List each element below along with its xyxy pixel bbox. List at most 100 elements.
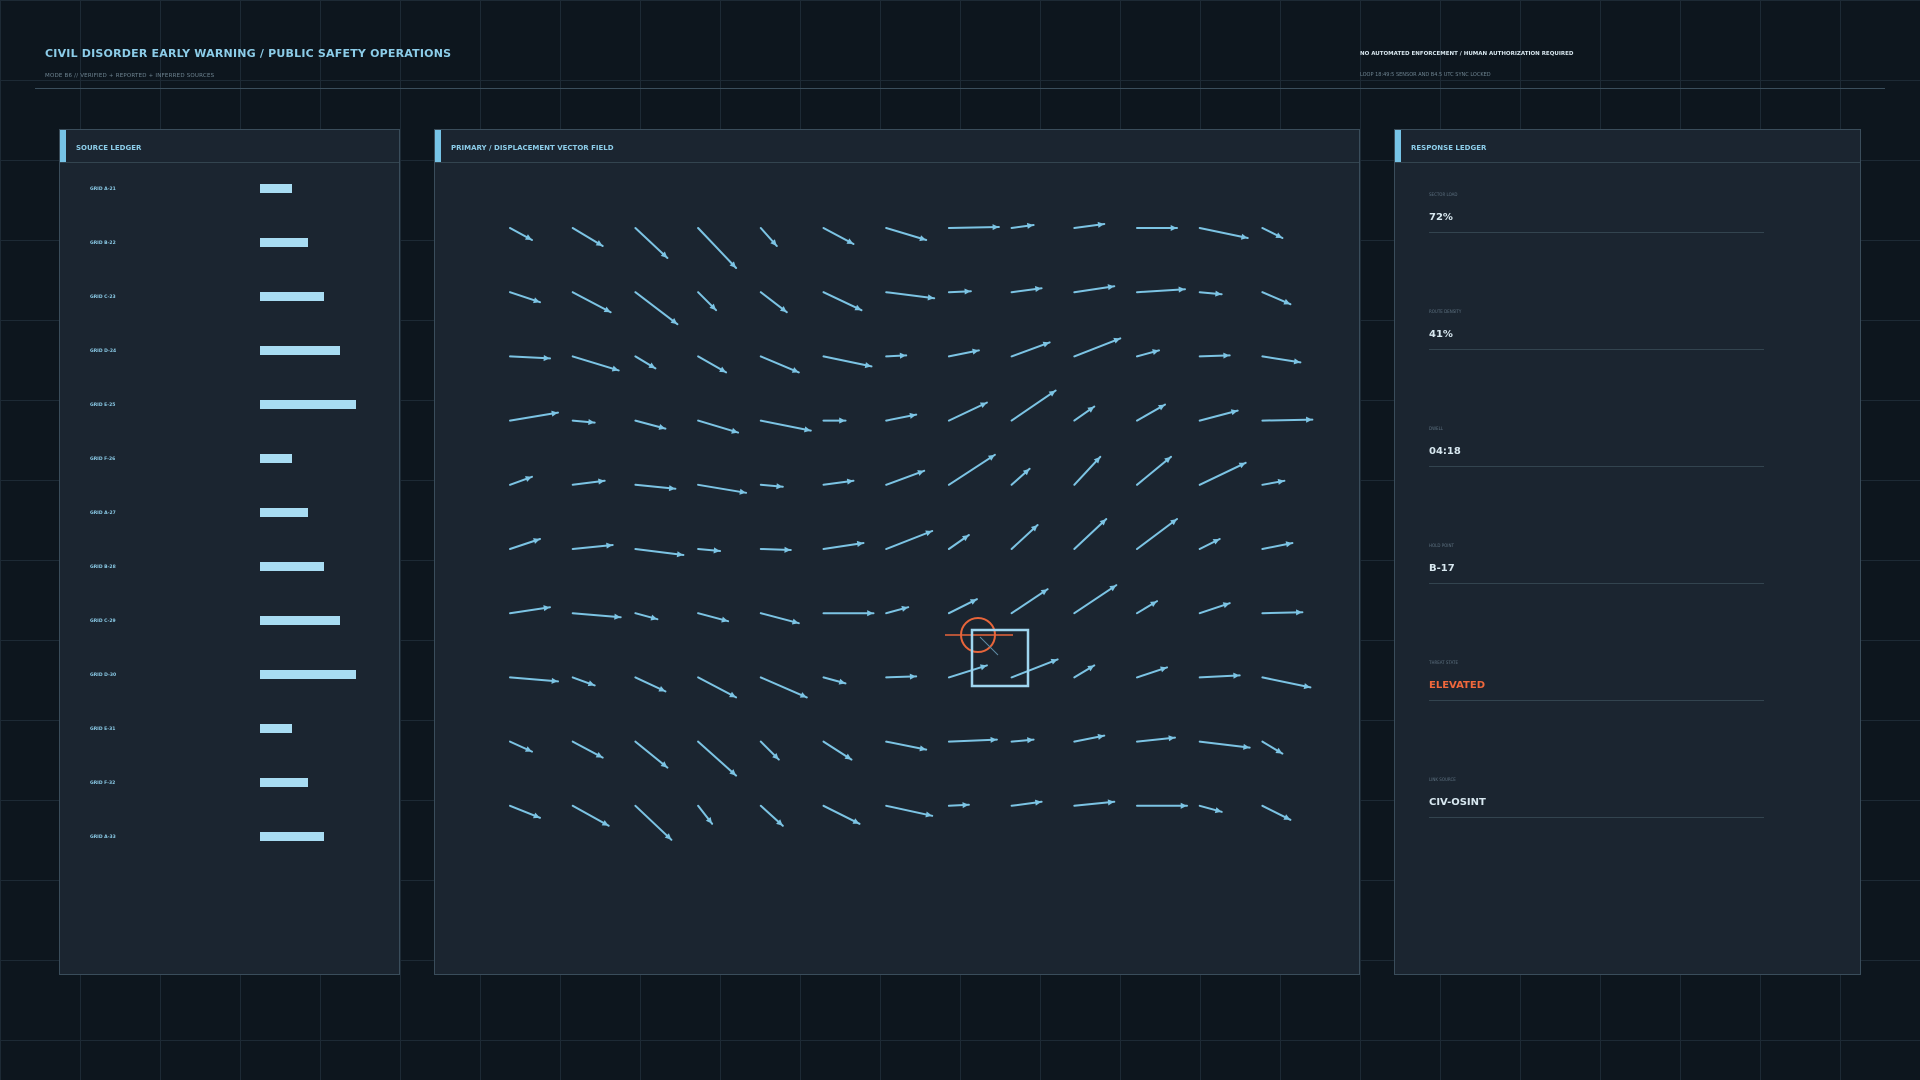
- vector-field-title: PRIMARY / DISPLACEMENT VECTOR FIELD: [451, 144, 614, 152]
- vector-arrow: [1136, 455, 1172, 486]
- response-ledger-item-value: 04:18: [1429, 446, 1461, 457]
- vector-arrow: [947, 802, 970, 809]
- vector-arrow: [1198, 227, 1249, 240]
- vector-arrow: [634, 291, 679, 326]
- vector-arrow: [1261, 416, 1314, 423]
- source-ledger-level-bar: [260, 616, 340, 625]
- vector-arrow: [509, 804, 541, 819]
- vector-arrow: [634, 676, 667, 693]
- response-ledger-item-value: 41%: [1429, 329, 1453, 340]
- vector-arrow: [947, 453, 996, 486]
- vector-arrow: [571, 355, 620, 372]
- source-ledger-row[interactable]: GRID B-28: [60, 562, 399, 574]
- source-ledger-level-bar: [260, 184, 292, 193]
- vector-arrow: [1136, 600, 1158, 615]
- response-ledger-item-label: ROUTE DENSITY: [1429, 309, 1462, 314]
- vector-arrow: [634, 355, 657, 370]
- source-ledger-row[interactable]: GRID E-25: [60, 400, 399, 412]
- vector-arrow: [571, 542, 614, 550]
- source-ledger-row-label: GRID A-27: [90, 511, 116, 516]
- vector-arrow: [759, 546, 792, 553]
- response-ledger-item[interactable]: HOLD POINT B-17: [1429, 543, 1764, 584]
- vector-field-panel: PRIMARY / DISPLACEMENT VECTOR FIELD: [434, 129, 1360, 975]
- vector-arrow: [759, 483, 784, 490]
- vector-arrow: [509, 605, 551, 615]
- response-ledger-item-label: DWELL: [1429, 426, 1444, 431]
- source-ledger-row[interactable]: GRID A-33: [60, 832, 399, 844]
- source-ledger-row-label: GRID B-28: [90, 565, 116, 570]
- vector-arrow: [1261, 227, 1284, 239]
- vector-arrow: [1073, 284, 1116, 294]
- vector-arrow: [1198, 740, 1251, 750]
- source-ledger-row-label: GRID C-29: [90, 619, 116, 624]
- source-ledger-level-bar: [260, 724, 292, 733]
- source-ledger-title: SOURCE LEDGER: [76, 144, 142, 152]
- source-ledger-level-bar: [260, 508, 308, 517]
- vector-arrow: [759, 740, 780, 761]
- vector-arrows: [509, 221, 1314, 841]
- vector-arrow: [759, 804, 784, 827]
- vector-arrow: [1198, 538, 1221, 550]
- response-ledger-item[interactable]: SECTOR LOAD 72%: [1429, 192, 1764, 233]
- vector-arrow: [1010, 222, 1035, 229]
- source-ledger-row-label: GRID D-24: [90, 349, 117, 354]
- vector-arrow: [822, 355, 873, 369]
- source-ledger-row[interactable]: GRID A-21: [60, 184, 399, 196]
- vector-arrow: [1261, 676, 1312, 690]
- source-ledger-row[interactable]: GRID A-27: [60, 508, 399, 520]
- source-ledger-level-bar: [260, 400, 356, 409]
- source-ledger-row[interactable]: GRID D-30: [60, 670, 399, 682]
- source-ledger-row[interactable]: GRID F-26: [60, 454, 399, 466]
- vector-arrow: [885, 412, 918, 422]
- response-ledger-header: RESPONSE LEDGER: [1395, 130, 1860, 163]
- vector-arrow: [822, 676, 847, 685]
- vector-arrow: [1261, 541, 1294, 550]
- source-ledger-row-label: GRID C-23: [90, 295, 116, 300]
- header-divider: [35, 88, 1885, 89]
- vector-arrow: [947, 736, 998, 743]
- vector-arrow: [1073, 664, 1096, 679]
- source-ledger-row[interactable]: GRID C-29: [60, 616, 399, 628]
- panel-accent: [60, 130, 66, 162]
- vector-arrow: [885, 740, 928, 752]
- vector-arrow: [509, 227, 533, 241]
- vector-arrow: [1136, 349, 1160, 358]
- page-title: CIVIL DISORDER EARLY WARNING / PUBLIC SA…: [45, 47, 452, 60]
- vector-field-canvas[interactable]: [435, 163, 1359, 973]
- vector-arrow: [1010, 467, 1031, 486]
- vector-arrow: [571, 804, 610, 827]
- vector-arrow: [634, 548, 685, 558]
- focus-box: [970, 628, 1030, 688]
- source-ledger-row[interactable]: GRID D-24: [60, 346, 399, 358]
- vector-arrow: [1261, 291, 1292, 306]
- vector-arrow: [509, 475, 533, 486]
- vector-arrow: [822, 417, 847, 424]
- response-ledger-item-value: 72%: [1429, 212, 1453, 223]
- response-ledger-item[interactable]: ROUTE DENSITY 41%: [1429, 309, 1764, 350]
- vector-arrow: [885, 530, 934, 550]
- response-ledger-item[interactable]: LINK SOURCE CIV-OSINT: [1429, 777, 1764, 818]
- source-ledger-row[interactable]: GRID F-32: [60, 778, 399, 790]
- vector-arrow: [947, 401, 988, 422]
- vector-arrow: [759, 291, 788, 314]
- source-ledger-row[interactable]: GRID E-31: [60, 724, 399, 736]
- panel-accent: [1395, 130, 1401, 162]
- vector-arrow: [697, 355, 728, 374]
- source-ledger-row[interactable]: GRID C-23: [60, 292, 399, 304]
- source-ledger-level-bar: [260, 346, 340, 355]
- response-ledger-item-label: SECTOR LOAD: [1429, 192, 1458, 197]
- vector-arrow: [947, 664, 988, 679]
- vector-field-header: PRIMARY / DISPLACEMENT VECTOR FIELD: [435, 130, 1359, 163]
- vector-arrow: [571, 291, 612, 314]
- vector-arrow: [759, 355, 800, 374]
- page-subtitle: MODE B6 // VERIFIED + REPORTED + INFERRE…: [45, 73, 215, 79]
- vector-arrow: [1136, 286, 1186, 294]
- vector-arrow: [947, 348, 980, 358]
- source-ledger-level-bar: [260, 454, 292, 463]
- vector-arrow: [1136, 518, 1178, 550]
- source-ledger-level-bar: [260, 832, 324, 841]
- source-ledger-row[interactable]: GRID B-22: [60, 238, 399, 250]
- response-ledger-item[interactable]: THREAT STATE ELEVATED: [1429, 660, 1764, 701]
- source-ledger-row-label: GRID E-31: [90, 727, 116, 732]
- response-ledger-item[interactable]: DWELL 04:18: [1429, 426, 1764, 467]
